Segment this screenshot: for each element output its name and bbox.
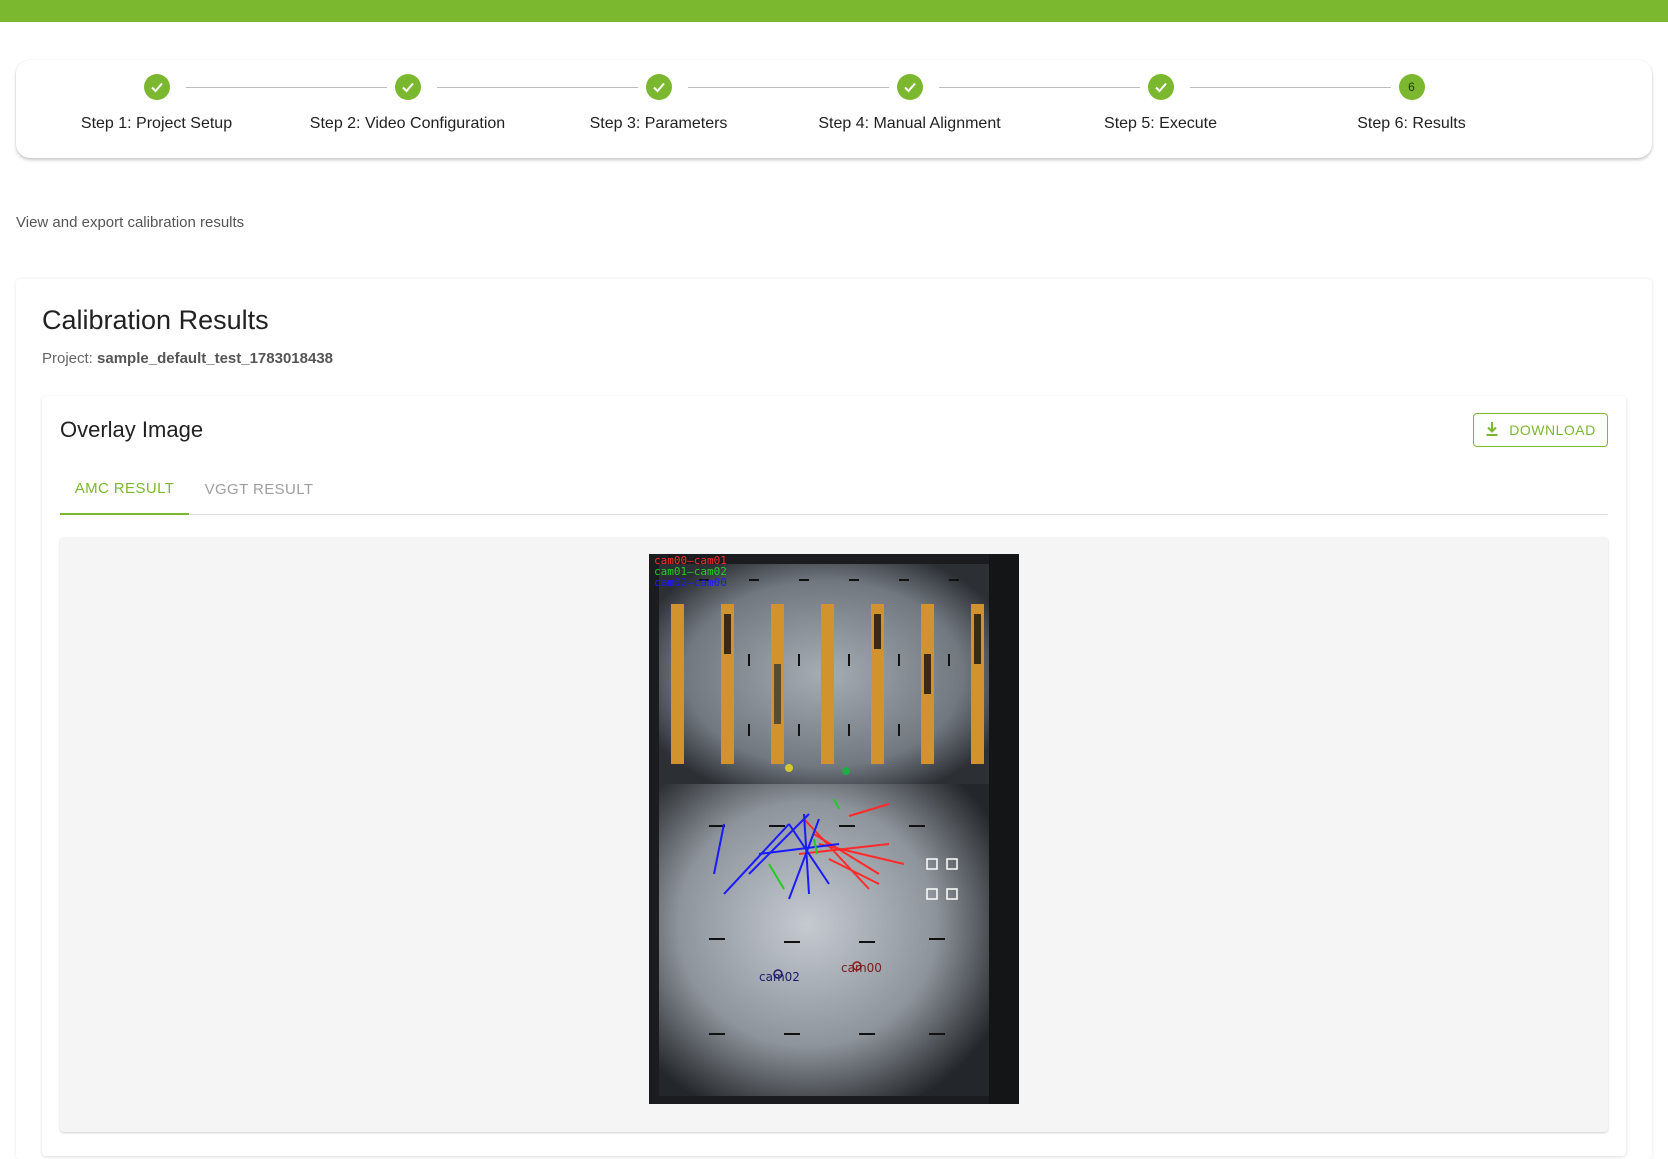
page-subtitle: View and export calibration results: [16, 214, 245, 231]
overlay-image-area: cam00—cam01 cam01—cam02 cam02—cam00 cam0…: [60, 537, 1608, 1132]
project-label: Project:: [42, 350, 93, 367]
stepper: Step 1: Project Setup Step 2: Video Conf…: [16, 60, 1652, 158]
step-label: Step 4: Manual Alignment: [818, 115, 1001, 132]
project-line: Project: sample_default_test_1783018438: [42, 350, 333, 367]
step-label: Step 1: Project Setup: [80, 115, 233, 132]
check-icon: [896, 74, 923, 100]
check-icon: [1147, 74, 1174, 100]
download-label: DOWNLOAD: [1509, 422, 1596, 438]
legend-entry: cam02—cam00: [654, 576, 727, 589]
check-icon: [645, 74, 672, 100]
check-icon: [143, 74, 170, 100]
overlay-image-card: Overlay Image DOWNLOAD AMC RESULT VGGT R…: [42, 396, 1626, 1156]
check-icon: [394, 74, 421, 100]
result-tabs: AMC RESULT VGGT RESULT: [60, 463, 1608, 515]
step-number-badge: 6: [1398, 74, 1425, 100]
results-title: Calibration Results: [42, 305, 269, 335]
camera-label: cam00: [841, 961, 882, 975]
step-label: Step 2: Video Configuration: [309, 115, 506, 132]
step-parameters[interactable]: Step 3: Parameters: [525, 74, 792, 133]
top-app-bar: [0, 0, 1668, 22]
download-icon: [1485, 421, 1499, 440]
step-label: Step 5: Execute: [1104, 115, 1217, 132]
step-label: Step 6: Results: [1357, 115, 1466, 132]
step-execute[interactable]: Step 5: Execute: [1027, 74, 1294, 133]
download-button[interactable]: DOWNLOAD: [1473, 413, 1608, 447]
tab-vggt-result[interactable]: VGGT RESULT: [189, 463, 329, 515]
step-manual-alignment[interactable]: Step 4: Manual Alignment: [776, 74, 1043, 133]
step-video-configuration[interactable]: Step 2: Video Configuration: [274, 74, 541, 133]
results-card: Calibration Results Project: sample_defa…: [16, 279, 1652, 1159]
legend: cam00—cam01 cam01—cam02 cam02—cam00: [654, 554, 727, 589]
overlay-title: Overlay Image: [60, 417, 204, 442]
tab-amc-result[interactable]: AMC RESULT: [60, 463, 189, 515]
step-label: Step 3: Parameters: [589, 115, 728, 132]
step-project-setup[interactable]: Step 1: Project Setup: [23, 74, 290, 133]
camera-label: cam02: [759, 970, 800, 984]
project-name: sample_default_test_1783018438: [97, 350, 334, 367]
step-results[interactable]: 6 Step 6: Results: [1278, 74, 1545, 133]
overlay-image: cam00—cam01 cam01—cam02 cam02—cam00 cam0…: [649, 554, 1019, 1104]
